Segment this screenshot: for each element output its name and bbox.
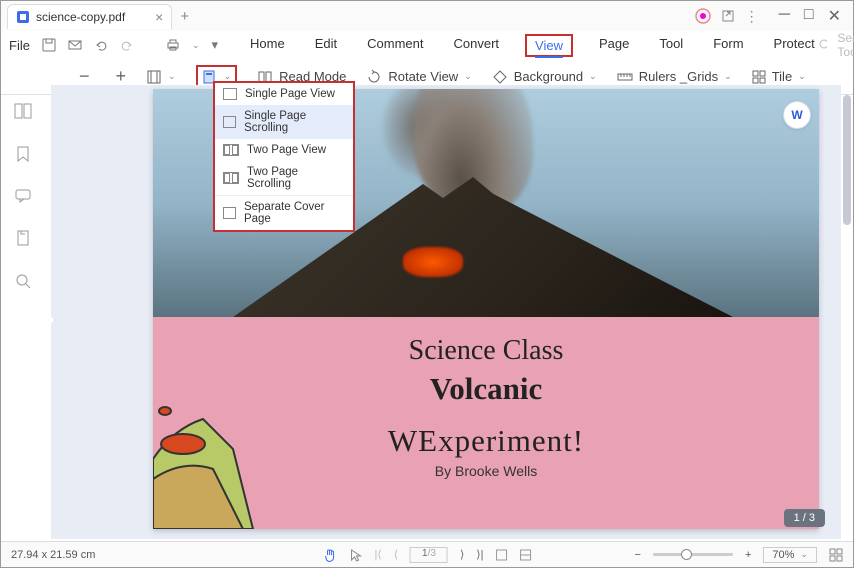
rotate-view-button[interactable]: Rotate View ⌄ [366, 69, 471, 85]
expand-sidebar-icon[interactable] [51, 313, 55, 327]
menu-edit[interactable]: Edit [311, 34, 341, 57]
hand-tool-icon[interactable] [323, 548, 337, 562]
last-page-button[interactable]: ⟩| [476, 548, 483, 561]
rotate-label: Rotate View [388, 69, 458, 84]
save-icon[interactable] [42, 38, 56, 52]
close-window-button[interactable]: ✕ [828, 6, 841, 26]
vertical-scrollbar[interactable] [843, 95, 851, 225]
page-number-input[interactable]: 1/3 [410, 547, 448, 563]
ruler-icon [617, 70, 633, 84]
rulers-label: Rulers _Grids [639, 69, 718, 84]
dd-two-page-scrolling[interactable]: Two Page Scrolling [215, 161, 353, 195]
comments-panel-button[interactable] [15, 189, 31, 208]
search-icon [819, 39, 828, 51]
document-tab[interactable]: science-copy.pdf × [7, 4, 172, 29]
background-button[interactable]: Background ⌄ [492, 69, 597, 85]
close-tab-icon[interactable]: × [155, 9, 163, 25]
menu-convert[interactable]: Convert [449, 34, 503, 57]
select-tool-icon[interactable] [349, 548, 363, 562]
mail-icon[interactable] [68, 38, 82, 52]
page-layout-dropdown: Single Page View Single Page Scrolling T… [213, 81, 355, 232]
search-panel-button[interactable] [15, 273, 31, 294]
zoom-slider[interactable] [653, 553, 733, 556]
menu-tool[interactable]: Tool [655, 34, 687, 57]
dd-two-page-view[interactable]: Two Page View [215, 139, 353, 161]
tab-title: science-copy.pdf [36, 10, 125, 24]
fullscreen-icon[interactable] [829, 548, 843, 562]
file-menu[interactable]: File [9, 38, 30, 53]
background-label: Background [514, 69, 583, 84]
background-icon [492, 69, 508, 85]
zoom-out-status-button[interactable]: − [635, 549, 641, 561]
minimize-button[interactable]: ─ [779, 6, 790, 26]
menu-view[interactable]: View [525, 34, 573, 57]
menu-protect[interactable]: Protect [770, 34, 819, 57]
dd-separate-cover[interactable]: Separate Cover Page [215, 195, 353, 230]
zoom-select[interactable]: 70%⌄ [763, 547, 817, 563]
prev-page-button[interactable]: ⟨ [394, 548, 398, 561]
redo-icon[interactable] [120, 38, 134, 52]
dd-single-page-scrolling[interactable]: Single Page Scrolling [215, 105, 353, 139]
page-indicator-badge: 1 / 3 [784, 509, 825, 527]
print-dropdown-icon[interactable]: ⌄ [192, 40, 200, 51]
fit-width-icon[interactable] [495, 549, 507, 561]
tile-button[interactable]: Tile ⌄ [752, 69, 806, 84]
fit-icon [146, 69, 162, 85]
fit-page-status-icon[interactable] [519, 549, 531, 561]
rotate-icon [366, 69, 382, 85]
zoom-in-status-button[interactable]: + [745, 549, 751, 561]
menu-home[interactable]: Home [246, 34, 289, 57]
menu-comment[interactable]: Comment [363, 34, 427, 57]
first-page-button[interactable]: |⟨ [375, 548, 382, 561]
undo-icon[interactable] [94, 38, 108, 52]
fit-page-button[interactable]: ⌄ [146, 69, 176, 85]
word-export-badge[interactable]: W [783, 101, 811, 129]
new-tab-button[interactable]: + [180, 8, 189, 25]
kebab-menu-icon[interactable]: ⋮ [745, 8, 759, 25]
tile-label: Tile [772, 69, 792, 84]
attachments-panel-button[interactable] [16, 230, 30, 251]
zoom-out-button[interactable]: − [79, 66, 90, 87]
share-icon[interactable] [721, 9, 735, 23]
thumbnails-panel-button[interactable] [14, 103, 32, 124]
search-input[interactable]: Search Tools [837, 31, 854, 59]
menu-form[interactable]: Form [709, 34, 747, 57]
dd-single-page-view[interactable]: Single Page View [215, 83, 353, 105]
menu-page[interactable]: Page [595, 34, 633, 57]
print-icon[interactable] [166, 38, 180, 52]
bookmarks-panel-button[interactable] [16, 146, 30, 167]
account-icon[interactable] [695, 8, 711, 24]
volcano-diagram [153, 389, 283, 529]
rulers-grids-button[interactable]: Rulers _Grids ⌄ [617, 69, 732, 84]
zoom-in-button[interactable]: + [116, 66, 127, 87]
tile-icon [752, 70, 766, 84]
quick-dropdown-icon[interactable]: ▾ [212, 37, 219, 53]
next-page-button[interactable]: ⟩ [460, 548, 464, 561]
pdf-icon [16, 10, 30, 24]
status-dimensions: 27.94 x 21.59 cm [11, 549, 95, 561]
document-canvas[interactable]: Science Class Volcanic WExperiment! By B… [51, 85, 841, 539]
doc-heading1: Science Class [153, 335, 819, 367]
maximize-button[interactable]: □ [804, 6, 814, 26]
